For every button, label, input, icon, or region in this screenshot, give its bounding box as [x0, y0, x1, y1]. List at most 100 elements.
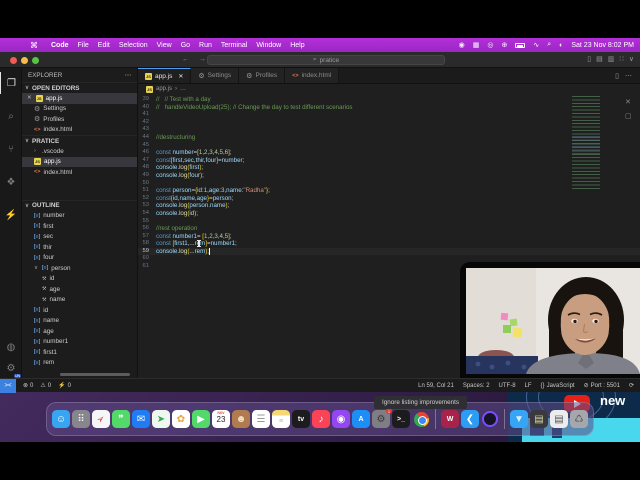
minimize-window-button[interactable] [21, 57, 28, 64]
code-line-56[interactable]: 56 //rest operation [138, 225, 640, 233]
dock-trash-icon[interactable]: ♺ [570, 410, 588, 428]
code-line-52[interactable]: 52 const{id,name,age}=person; [138, 195, 640, 203]
code-line-59[interactable]: 59 console.log(...rem); [138, 247, 640, 256]
code-line-58[interactable]: 58 const [first1,...rem]=number1; [138, 240, 640, 248]
record-icon[interactable]: ◉ [459, 42, 465, 49]
open-editor-Settings[interactable]: ⚙ Settings [22, 104, 137, 115]
code-line-43[interactable]: 43 [138, 126, 640, 134]
dock-w-app-icon[interactable]: W [441, 410, 459, 428]
apple-menu-icon[interactable]: ⌘ [30, 41, 38, 50]
dock-finder-icon[interactable]: ☺ [52, 410, 70, 428]
outline-item-first[interactable]: [≡] first [22, 221, 137, 232]
spotlight-icon[interactable]: ⌕ [547, 41, 551, 49]
status-notifications[interactable]: ⟳ [629, 382, 634, 389]
project-header[interactable]: ∨ PRATICE [22, 135, 137, 146]
dock-messages-icon[interactable]: ❞ [112, 410, 130, 428]
layout-icon-4[interactable]: ∨ [629, 55, 634, 63]
code-line-41[interactable]: 41 [138, 111, 640, 119]
code-line-40[interactable]: 40 // handleVideoUpload(25); // Change th… [138, 104, 640, 112]
open-editor-Profiles[interactable]: ⚙ Profiles [22, 114, 137, 125]
dock-safari-icon[interactable]: ➢ [92, 410, 110, 428]
dock-terminal-icon[interactable]: >_ [392, 410, 410, 428]
menu-item-run[interactable]: Run [199, 42, 212, 49]
dock-system-settings-icon[interactable]: ⚙ 1 [372, 408, 392, 428]
file-index-html[interactable]: <> index.html [22, 167, 137, 178]
code-line-54[interactable]: 54 console.log(id); [138, 210, 640, 218]
editor-page-icon[interactable]: ▢ [625, 112, 632, 120]
tab-Profiles[interactable]: ⚙ Profiles [239, 68, 286, 83]
dock-calendar-icon[interactable]: NOV 23 [212, 410, 230, 428]
outline-item-number1[interactable]: [≡] number1 [22, 337, 137, 348]
outline-item-four[interactable]: [≡] four [22, 253, 137, 264]
menu-item-edit[interactable]: Edit [98, 42, 110, 49]
code-line-42[interactable]: 42 [138, 119, 640, 127]
status-errors[interactable]: ⊗ 0 [23, 382, 33, 390]
outline-item-name[interactable]: [≡] name [22, 316, 137, 327]
status-language-mode[interactable]: {} JavaScript [541, 383, 575, 389]
code-line-47[interactable]: 47 const[first,sec,thir,four]=number; [138, 157, 640, 165]
outline-header[interactable]: ∨ OUTLINE [22, 199, 137, 211]
outline-item-sec[interactable]: [≡] sec [22, 232, 137, 243]
menu-item-code[interactable]: Code [51, 42, 69, 49]
history-nav-arrows[interactable]: ← → [182, 56, 210, 63]
status-cursor-position[interactable]: Ln 59, Col 21 [418, 383, 454, 389]
maximize-window-button[interactable] [32, 57, 39, 64]
activity-thunder-client-icon[interactable]: ⚡ [0, 204, 22, 226]
outline-item-name[interactable]: ⚒ name [22, 295, 137, 306]
dock-music-icon[interactable]: ♪ [312, 410, 330, 428]
activity-explorer-icon[interactable]: ❐ [0, 72, 22, 94]
activity-search-icon[interactable]: ⌕ [0, 105, 22, 127]
code-line-45[interactable]: 45 [138, 142, 640, 150]
explorer-more-icon[interactable]: ⋯ [125, 72, 131, 79]
tab-app-js[interactable]: JS app.js ✕ [138, 68, 192, 83]
outline-item-id[interactable]: [≡] id [22, 305, 137, 316]
outline-item-number[interactable]: [≡] number [22, 211, 137, 222]
file--vscode[interactable]: › .vscode [22, 146, 137, 157]
open-editors-header[interactable]: ∨ OPEN EDITORS [22, 82, 137, 93]
outline-item-rem[interactable]: [≡] rem [22, 358, 137, 369]
layout-icon-3[interactable]: ∷ [619, 55, 623, 63]
wifi-icon[interactable]: ∿ [533, 41, 539, 49]
code-line-39[interactable]: 39 // // Test with a day [138, 96, 640, 104]
dock-maps-icon[interactable]: ➤ [152, 410, 170, 428]
outline-item-id[interactable]: ⚒ id [22, 274, 137, 285]
close-icon[interactable]: ✕ [27, 95, 32, 101]
code-line-46[interactable]: 46 const number=[1,2,3,4,5,6]; [138, 149, 640, 157]
activity-source-control-icon[interactable]: ⑂ [0, 138, 22, 160]
status-ports[interactable]: ⚡ 0 [58, 382, 71, 390]
outline-item-thir[interactable]: [≡] thir [22, 242, 137, 253]
notification-toast[interactable]: Ignore listing improvements [374, 396, 467, 409]
split-editor-icon[interactable]: ▯ [615, 72, 619, 80]
status-encoding[interactable]: UTF-8 [499, 383, 516, 389]
camera-icon[interactable]: ◎ [487, 42, 493, 49]
outline-item-person[interactable]: ∨ [≡] person [22, 263, 137, 274]
control-center-icon[interactable]: ◐ [559, 42, 563, 49]
dock-app-store-icon[interactable]: A [352, 410, 370, 428]
status-indentation[interactable]: Spaces: 2 [463, 383, 490, 389]
layout-icon-0[interactable]: ▯ [587, 55, 591, 63]
dock-dark-circle-app-icon[interactable] [481, 410, 499, 428]
open-editor-index-html[interactable]: <> index.html [22, 125, 137, 136]
dock-vscode-icon[interactable]: ❮ [461, 410, 479, 428]
menu-item-help[interactable]: Help [290, 42, 304, 49]
status-live-server-port[interactable]: ⊘ Port : 5501 [584, 382, 620, 390]
grid-app-icon[interactable]: ▦ [473, 42, 480, 49]
tab-close-icon[interactable]: ✕ [178, 73, 183, 80]
sidebar-scrollbar[interactable] [60, 373, 130, 376]
menu-item-window[interactable]: Window [256, 42, 281, 49]
activity-extensions-icon[interactable]: ❖ [0, 171, 22, 193]
dock-chrome-icon[interactable] [412, 410, 430, 428]
dock-facetime-icon[interactable]: ▶ [192, 410, 210, 428]
outline-item-age[interactable]: [≡] age [22, 326, 137, 337]
minimap[interactable] [572, 96, 600, 190]
outline-item-age[interactable]: ⚒ age [22, 284, 137, 295]
layout-icon-2[interactable]: ▥ [608, 55, 615, 63]
activity-accounts-icon[interactable]: ◍ [0, 336, 22, 358]
code-line-49[interactable]: 49 console.log(four); [138, 172, 640, 180]
dock-downloads-folder-icon[interactable]: ▼ [510, 410, 528, 428]
file-app-js[interactable]: JS app.js [22, 156, 137, 167]
dock-photos-icon[interactable]: ✿ [172, 410, 190, 428]
menu-item-view[interactable]: View [157, 42, 172, 49]
code-line-51[interactable]: 51 const person={id:1,age:3,name:"Radha"}… [138, 187, 640, 195]
dock-files-stack-icon[interactable]: ▤ [550, 410, 568, 428]
